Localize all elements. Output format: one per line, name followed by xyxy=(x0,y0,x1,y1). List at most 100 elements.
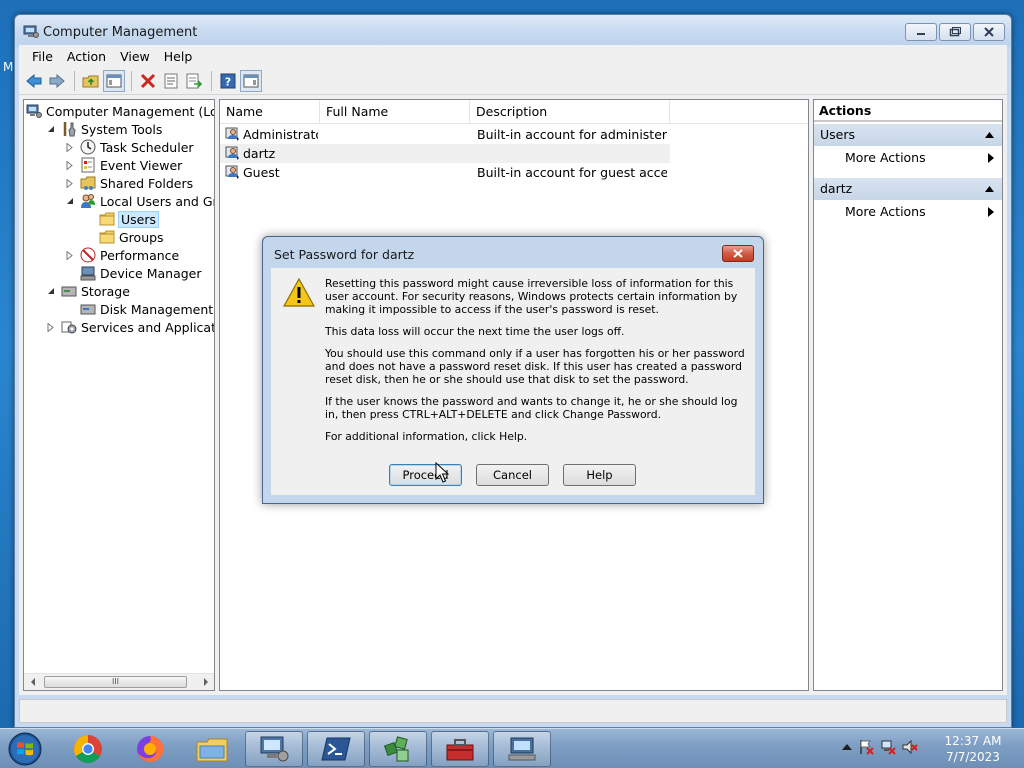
actions-pane: Actions Users More Actions dartz More Ac… xyxy=(813,99,1003,691)
actions-title: Actions xyxy=(814,100,1002,122)
up-one-level-button[interactable] xyxy=(80,70,102,92)
taskbar: 12:37 AM 7/7/2023 xyxy=(0,728,1024,768)
more-actions-label: More Actions xyxy=(845,204,926,219)
disk-icon xyxy=(80,301,96,317)
actions-section-dartz[interactable]: dartz xyxy=(814,178,1002,200)
dialog-paragraph: For additional information, click Help. xyxy=(325,430,528,443)
user-row-dartz[interactable]: dartz xyxy=(220,144,670,163)
expanded-arrow-icon[interactable] xyxy=(45,123,57,135)
forward-arrow-icon xyxy=(49,73,65,88)
more-actions-users[interactable]: More Actions xyxy=(814,148,1002,168)
column-header-name[interactable]: Name xyxy=(220,100,320,124)
dialog-close-button[interactable] xyxy=(722,245,754,262)
list-header: Name Full Name Description xyxy=(220,100,808,124)
help-button[interactable]: ? xyxy=(217,70,239,92)
performance-icon xyxy=(80,247,96,263)
taskbar-computer-management[interactable] xyxy=(245,731,303,767)
export-list-button[interactable] xyxy=(183,70,205,92)
show-hide-action-pane-button[interactable] xyxy=(240,69,262,92)
close-button[interactable] xyxy=(973,23,1005,41)
back-button[interactable] xyxy=(23,70,45,92)
tree-item-disk-management[interactable]: Disk Management xyxy=(64,300,213,318)
taskbar-powershell[interactable] xyxy=(307,731,365,767)
collapsed-arrow-icon[interactable] xyxy=(64,249,76,261)
actions-section-users[interactable]: Users xyxy=(814,124,1002,146)
tree-item-computer-management-local[interactable]: Computer Management (Local xyxy=(26,102,214,120)
collapsed-arrow-icon[interactable] xyxy=(45,321,57,333)
tree-item-system-tools[interactable]: System Tools xyxy=(45,120,162,138)
taskbar-network-computer[interactable] xyxy=(493,731,551,767)
expanded-arrow-icon[interactable] xyxy=(64,195,76,207)
delete-button[interactable] xyxy=(137,70,159,92)
tree-item-device-manager[interactable]: Device Manager xyxy=(64,264,202,282)
tree-item-label: Shared Folders xyxy=(100,175,194,191)
dialog-paragraph: Resetting this password might cause irre… xyxy=(325,277,738,316)
tree-item-groups[interactable]: Groups xyxy=(83,228,164,246)
user-row-guest[interactable]: Guest Built-in account for guest access t… xyxy=(220,163,670,182)
menu-help[interactable]: Help xyxy=(157,49,200,64)
help-button-dialog[interactable]: Help xyxy=(563,464,636,486)
system-tray xyxy=(842,739,924,755)
warning-icon xyxy=(282,277,316,311)
user-row-administrator[interactable]: Administrator Built-in account for admini… xyxy=(220,125,670,144)
menu-action[interactable]: Action xyxy=(60,49,113,64)
taskbar-firefox[interactable] xyxy=(121,731,179,767)
computer-management-icon xyxy=(23,25,39,39)
column-header-description[interactable]: Description xyxy=(470,100,670,124)
taskbar-file-explorer[interactable] xyxy=(183,731,241,767)
user-description: Built-in account for administering... xyxy=(477,127,667,142)
tree-item-storage[interactable]: Storage xyxy=(45,282,130,300)
scroll-thumb[interactable]: III xyxy=(44,676,187,688)
volume-muted-icon xyxy=(902,739,918,755)
menu-view[interactable]: View xyxy=(113,49,157,64)
installer-icon xyxy=(383,736,409,762)
tree-item-users[interactable]: Users xyxy=(83,210,160,228)
tree-item-label: Performance xyxy=(100,247,180,263)
collapsed-arrow-icon[interactable] xyxy=(64,141,76,153)
collapsed-arrow-icon[interactable] xyxy=(64,159,76,171)
tree-item-services-and-applications[interactable]: Services and Applications xyxy=(45,318,214,336)
tree-horizontal-scrollbar[interactable]: III xyxy=(24,673,214,690)
scroll-right-arrow-icon[interactable] xyxy=(197,674,214,690)
menu-file[interactable]: File xyxy=(25,49,60,64)
properties-button[interactable] xyxy=(160,70,182,92)
expanded-arrow-icon[interactable] xyxy=(45,285,57,297)
tree-item-local-users-and-groups[interactable]: Local Users and Groups xyxy=(64,192,214,210)
cancel-button[interactable]: Cancel xyxy=(476,464,549,486)
taskbar-installer[interactable] xyxy=(369,731,427,767)
minimize-button[interactable] xyxy=(905,23,937,41)
restore-button[interactable] xyxy=(939,23,971,41)
dialog-message: Resetting this password might cause irre… xyxy=(325,277,750,452)
action-center-tray[interactable] xyxy=(858,739,874,755)
taskbar-chrome[interactable] xyxy=(59,731,117,767)
dialog-body: Resetting this password might cause irre… xyxy=(271,268,755,495)
taskbar-toolbox[interactable] xyxy=(431,731,489,767)
set-password-dialog: Set Password for dartz Resetting this pa… xyxy=(262,236,764,504)
tree-item-performance[interactable]: Performance xyxy=(64,246,179,264)
network-tray[interactable] xyxy=(880,739,896,755)
tree-item-event-viewer[interactable]: Event Viewer xyxy=(64,156,182,174)
forward-button[interactable] xyxy=(46,70,68,92)
collapsed-arrow-icon[interactable] xyxy=(64,177,76,189)
toolbox-icon xyxy=(446,739,474,761)
scroll-left-arrow-icon[interactable] xyxy=(24,674,41,690)
tree-item-label: Task Scheduler xyxy=(100,139,194,155)
start-button[interactable] xyxy=(6,731,44,767)
tree-item-shared-folders[interactable]: Shared Folders xyxy=(64,174,193,192)
show-hidden-icons-button[interactable] xyxy=(842,743,852,751)
title-bar[interactable]: Computer Management xyxy=(15,15,1011,47)
proceed-button[interactable]: Proceed xyxy=(389,464,462,486)
file-explorer-icon xyxy=(196,738,228,762)
more-actions-dartz[interactable]: More Actions xyxy=(814,202,1002,222)
clock[interactable]: 12:37 AM 7/7/2023 xyxy=(932,733,1014,765)
submenu-arrow-icon xyxy=(988,207,994,217)
tree-item-label: Event Viewer xyxy=(100,157,183,173)
console-tree[interactable]: Computer Management (Local System Tools Ta… xyxy=(23,99,215,691)
volume-tray[interactable] xyxy=(902,739,918,755)
column-header-full-name[interactable]: Full Name xyxy=(320,100,470,124)
user-name: Administrator xyxy=(243,127,318,142)
submenu-arrow-icon xyxy=(988,153,994,163)
tree-item-label: Disk Management xyxy=(100,301,214,317)
show-hide-console-tree-button[interactable] xyxy=(103,69,125,92)
tree-item-task-scheduler[interactable]: Task Scheduler xyxy=(64,138,194,156)
